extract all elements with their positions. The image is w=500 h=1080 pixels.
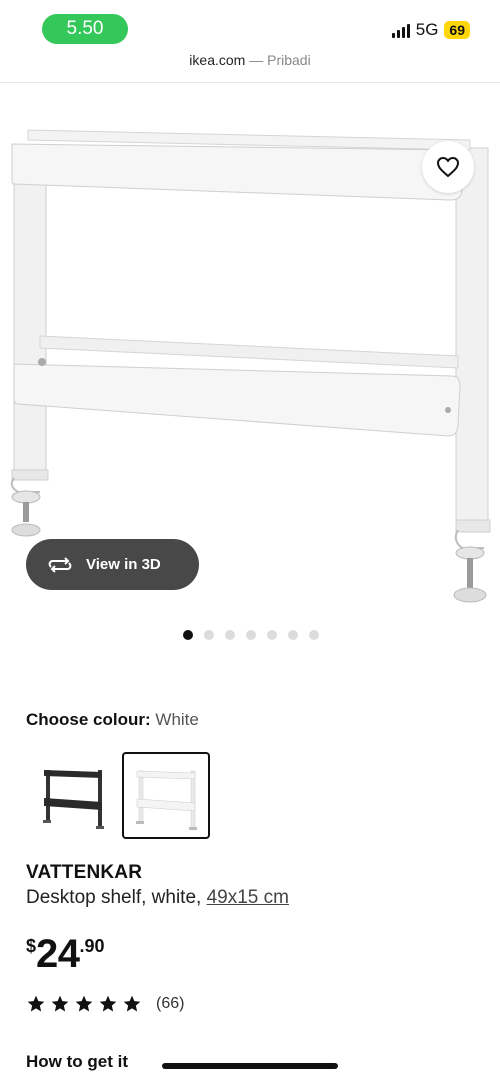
how-to-get-it-heading[interactable]: How to get it: [26, 1052, 128, 1072]
star-icon: [123, 995, 141, 1012]
review-count: (66): [156, 995, 185, 1012]
rotate-3d-icon: [48, 556, 72, 573]
view-in-3d-button[interactable]: View in 3D: [26, 539, 199, 590]
favorite-button[interactable]: [422, 141, 474, 193]
star-icon: [99, 995, 117, 1012]
time-indicator: 5.50: [42, 14, 128, 44]
gallery-dot[interactable]: [225, 630, 235, 640]
colour-chooser-label: Choose colour: White: [26, 710, 199, 730]
colour-label-text: Choose colour:: [26, 710, 151, 729]
product-price: $ 24 .90: [26, 930, 105, 978]
star-icon: [51, 995, 69, 1012]
price-currency: $: [26, 936, 37, 956]
gallery-dot[interactable]: [246, 630, 256, 640]
gallery-dot[interactable]: [204, 630, 214, 640]
network-type: 5G: [415, 20, 439, 39]
url-site-name: Pribadi: [267, 52, 311, 68]
product-description: Desktop shelf, white, 49x15 cm: [26, 887, 289, 909]
price-decimal: .90: [79, 936, 105, 956]
status-bar: 5.50 5G 69: [0, 0, 500, 52]
price-integer: 24: [36, 932, 80, 976]
product-description-text: Desktop shelf, white,: [26, 887, 202, 908]
star-icon: [27, 995, 45, 1012]
heart-icon: [437, 157, 459, 177]
gallery-pagination: [183, 630, 319, 640]
black-shelf-thumbnail: [43, 770, 104, 829]
colour-option-white[interactable]: [122, 752, 210, 839]
product-rating[interactable]: (66): [26, 994, 184, 1014]
signal-icon: [391, 22, 410, 38]
gallery-dot[interactable]: [288, 630, 298, 640]
divider: [0, 82, 500, 83]
url-bar[interactable]: ikea.com — Pribadi: [0, 52, 500, 82]
colour-option-black[interactable]: [30, 752, 116, 838]
star-icon: [75, 995, 93, 1012]
product-dimensions-link[interactable]: 49x15 cm: [207, 887, 289, 908]
gallery-dot[interactable]: [309, 630, 319, 640]
product-name: VATTENKAR: [26, 862, 143, 883]
battery-level: 69: [444, 21, 470, 39]
gallery-dot[interactable]: [183, 630, 193, 640]
url-separator: —: [249, 52, 264, 68]
selected-colour: White: [155, 710, 199, 729]
view-in-3d-label: View in 3D: [86, 556, 161, 573]
gallery-dot[interactable]: [267, 630, 277, 640]
white-shelf-thumbnail: [136, 770, 197, 830]
home-indicator[interactable]: [162, 1063, 338, 1069]
status-icons: 5G 69: [391, 20, 470, 40]
url-domain: ikea.com: [189, 52, 246, 68]
